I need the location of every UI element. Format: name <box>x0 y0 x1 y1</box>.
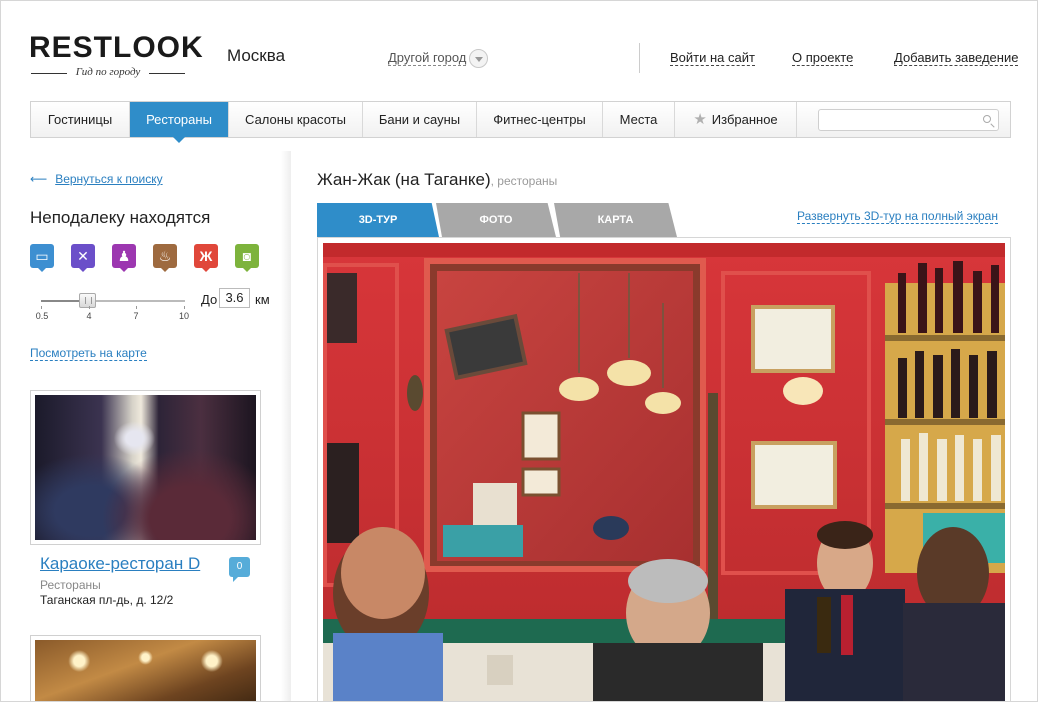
search-input[interactable] <box>819 110 969 130</box>
slider-tick <box>41 306 42 309</box>
slider-tick-label: 7 <box>133 311 139 321</box>
nav-item-restaurants[interactable]: Рестораны <box>130 102 229 143</box>
slider-tick <box>184 306 185 309</box>
distance-slider-track[interactable] <box>41 300 185 302</box>
venue-name: Жан-Жак (на Таганке) <box>317 170 491 189</box>
login-link[interactable]: Войти на сайт <box>670 50 755 66</box>
place-card-type: Рестораны <box>40 578 101 592</box>
nav-item-fitness[interactable]: Фитнес-центры <box>477 102 603 137</box>
nav-item-favorites[interactable]: ★ Избранное <box>675 102 797 137</box>
place-card-address: Таганская пл-дь, д. 12/2 <box>40 593 174 607</box>
slider-tick-label: 4 <box>86 311 92 321</box>
place-card-image[interactable] <box>30 390 261 545</box>
tab-3d-tour[interactable]: 3D-ТУР <box>317 203 439 237</box>
place-card-image[interactable] <box>30 635 261 701</box>
fitness-category-icon[interactable]: Ж <box>194 244 218 272</box>
logo-tagline: Гид по городу <box>29 66 187 80</box>
3d-tour-viewer[interactable] <box>323 243 1005 701</box>
karaoke-photo <box>35 395 256 540</box>
page-frame: RESTLOOK Гид по городу Москва Другой гор… <box>0 0 1038 702</box>
nav-item-baths[interactable]: Бани и сауны <box>363 102 477 137</box>
add-place-link[interactable]: Добавить заведение <box>894 50 1019 66</box>
logo-text: RESTLOOK <box>29 31 204 64</box>
restaurant-photo <box>35 640 256 701</box>
fullscreen-tour-link[interactable]: Развернуть 3D-тур на полный экран <box>797 210 998 224</box>
comment-count-badge[interactable]: 0 <box>229 557 250 582</box>
tab-photo[interactable]: ФОТО <box>436 203 556 237</box>
hotel-category-icon[interactable]: ▭ <box>30 244 54 272</box>
restaurant-interior-photo <box>323 243 1005 701</box>
nav-item-places[interactable]: Места <box>603 102 675 137</box>
slider-tick <box>136 306 137 309</box>
venue-category: , рестораны <box>490 174 558 188</box>
bath-category-icon[interactable]: ♨ <box>153 244 177 272</box>
sidebar-divider <box>281 151 291 701</box>
view-on-map-link[interactable]: Посмотреть на карте <box>30 347 147 361</box>
page-title: Жан-Жак (на Таганке), рестораны <box>317 170 557 190</box>
distance-input[interactable]: 3.6 <box>219 288 250 308</box>
main-nav: Гостиницы Рестораны Салоны красоты Бани … <box>30 101 1011 143</box>
distance-unit: км <box>255 292 270 307</box>
places-category-icon[interactable]: ◙ <box>235 244 259 272</box>
beauty-category-icon[interactable]: ♟ <box>112 244 136 272</box>
back-to-search-link[interactable]: ⟵ Вернуться к поиску <box>30 172 163 186</box>
restaurant-category-icon[interactable]: ✕ <box>71 244 95 272</box>
star-icon: ★ <box>693 111 707 128</box>
logo[interactable]: RESTLOOK Гид по городу <box>29 31 204 80</box>
nav-item-beauty[interactable]: Салоны красоты <box>229 102 363 137</box>
nearby-title: Неподалеку находятся <box>30 208 211 227</box>
slider-tick-label: 0.5 <box>35 311 49 321</box>
place-card-title[interactable]: Караоке-ресторан D <box>40 554 207 574</box>
tab-map[interactable]: КАРТА <box>554 203 677 237</box>
distance-slider-handle[interactable] <box>79 293 96 308</box>
nav-item-hotels[interactable]: Гостиницы <box>31 102 130 137</box>
slider-tick-label: 10 <box>178 311 189 321</box>
search-box <box>818 109 999 131</box>
back-label: Вернуться к поиску <box>55 172 163 186</box>
favorites-label: Избранное <box>711 112 778 127</box>
other-city-link[interactable]: Другой город <box>388 50 467 66</box>
current-city: Москва <box>227 46 286 65</box>
distance-prefix: До <box>201 292 218 307</box>
about-link[interactable]: О проекте <box>792 50 854 66</box>
slider-tick <box>89 306 90 309</box>
search-icon[interactable] <box>983 115 991 123</box>
chevron-down-icon[interactable] <box>469 49 488 68</box>
header-divider <box>639 43 640 73</box>
arrow-left-icon: ⟵ <box>30 172 48 186</box>
